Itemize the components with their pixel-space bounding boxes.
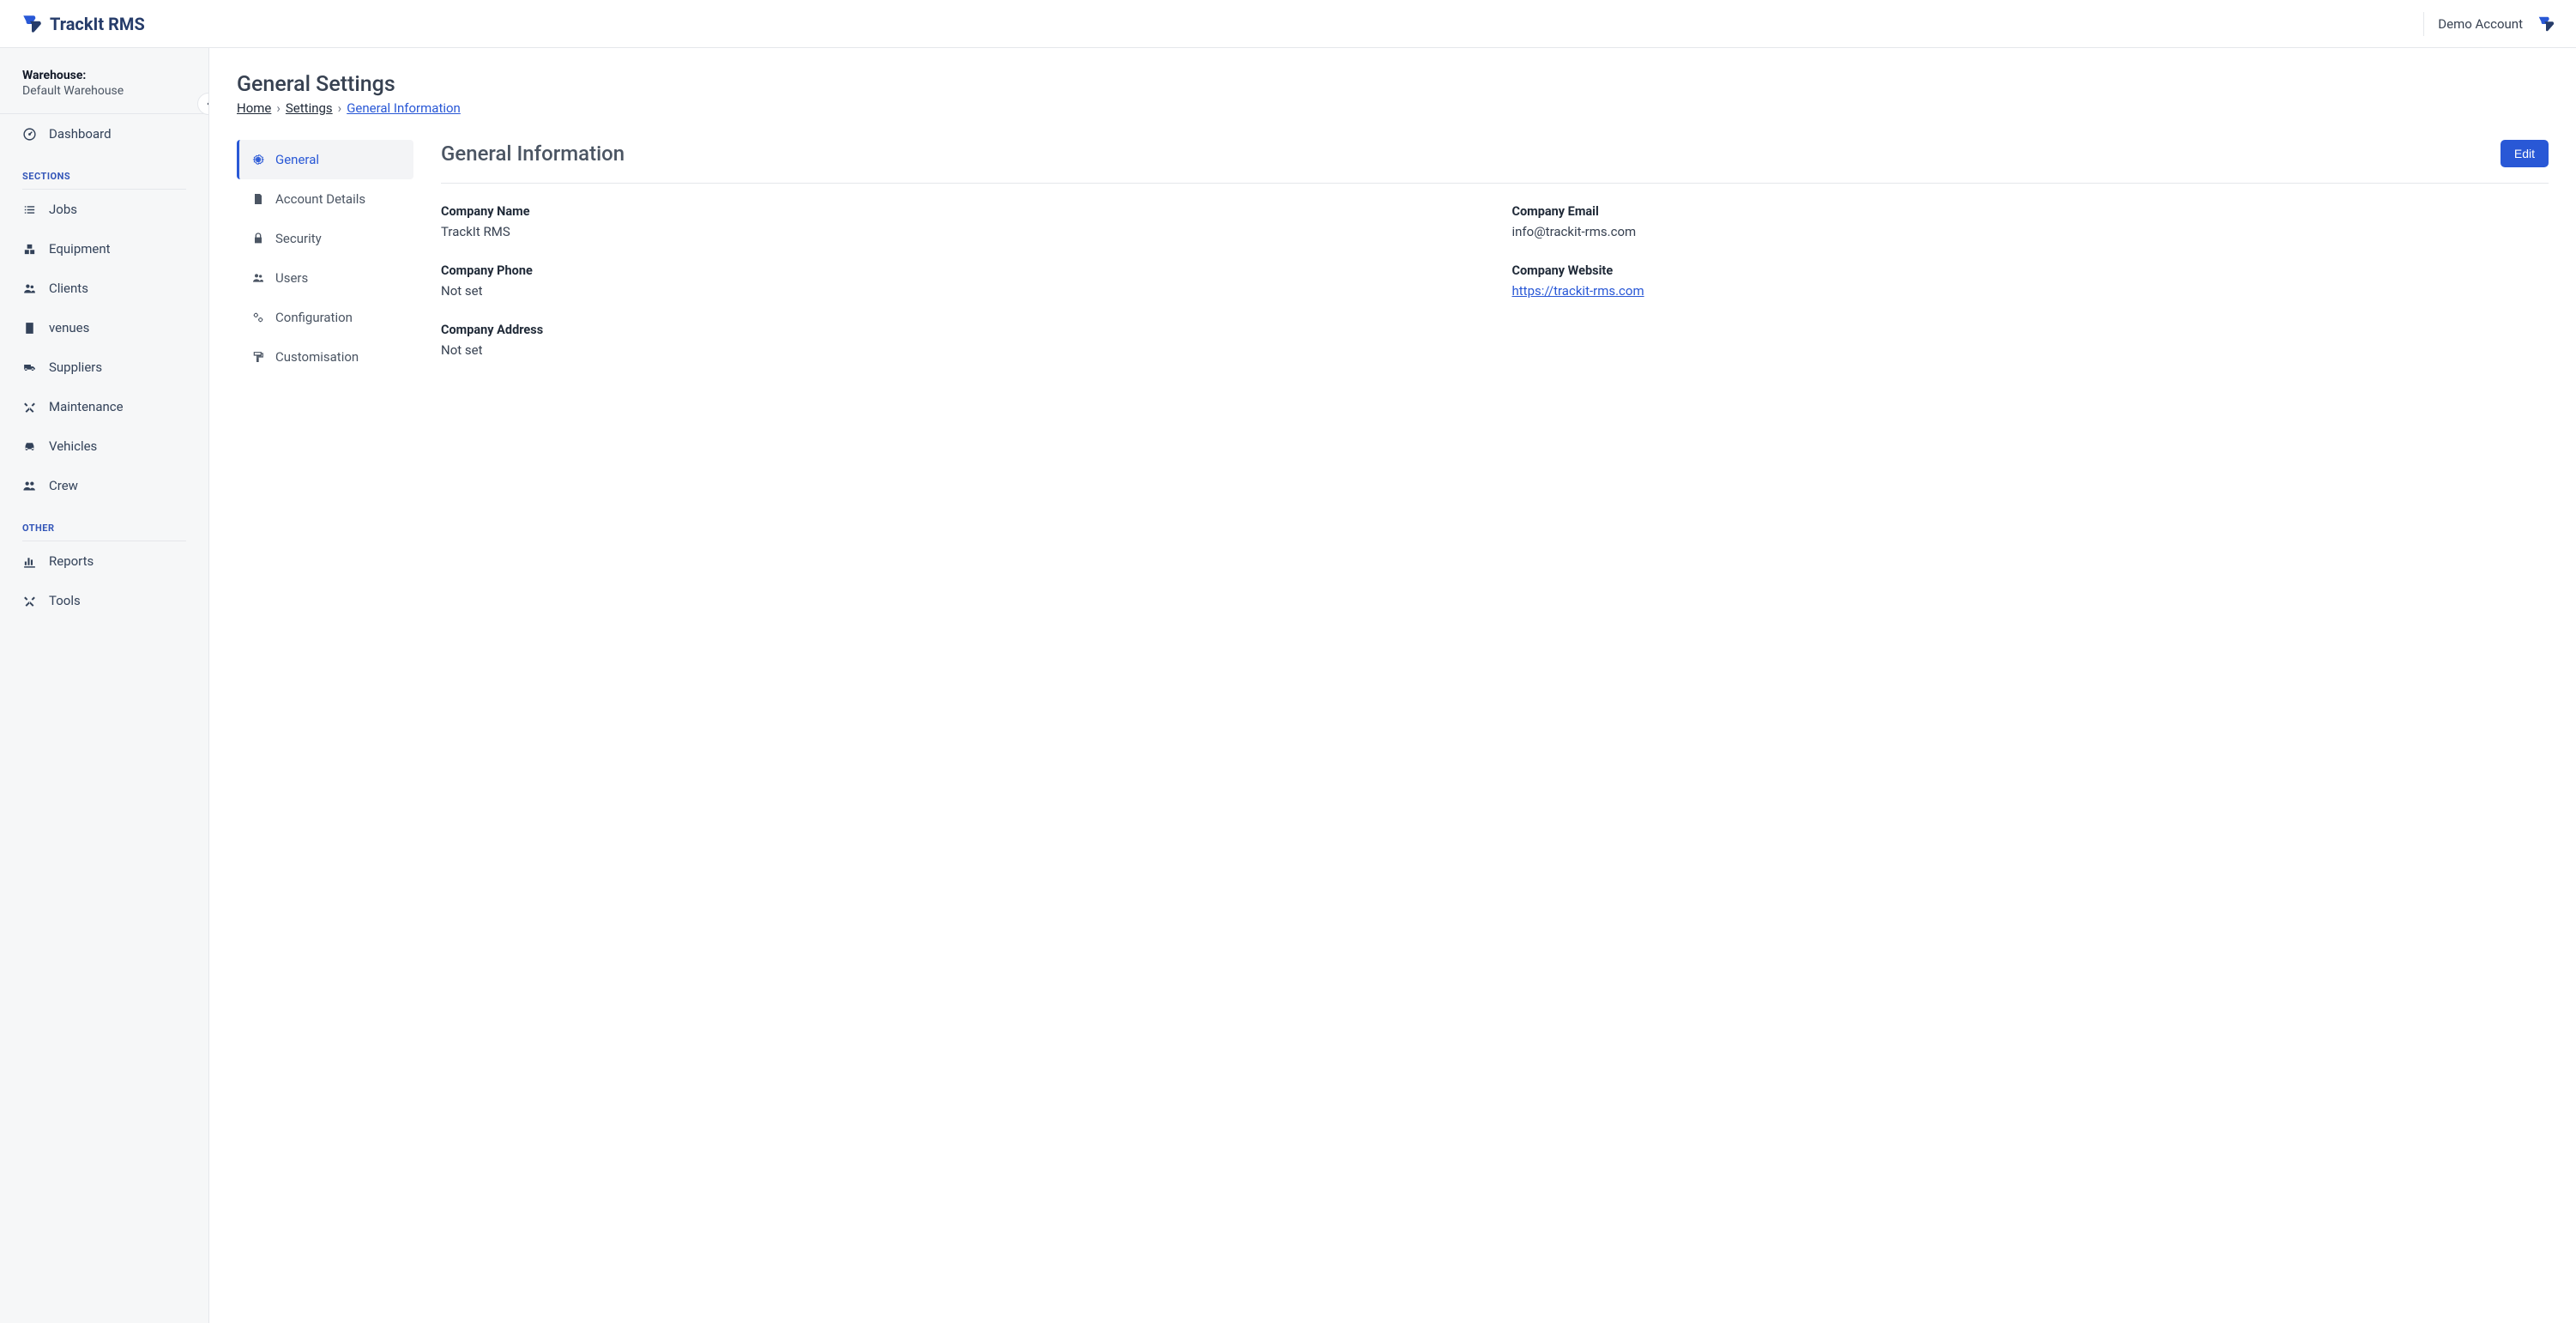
building-icon: [22, 321, 37, 335]
account-name[interactable]: Demo Account: [2438, 16, 2523, 32]
sidebar-item-label: Dashboard: [49, 126, 112, 142]
breadcrumb-separator: ›: [276, 100, 281, 116]
chart-icon: [22, 554, 37, 569]
subnav-label: General: [275, 152, 319, 167]
field-company-name: Company Name TrackIt RMS: [441, 204, 1478, 239]
subnav-label: Users: [275, 270, 308, 286]
cogs-icon: [251, 311, 265, 324]
field-company-phone: Company Phone Not set: [441, 263, 1478, 299]
brand-name: TrackIt RMS: [50, 14, 145, 34]
brand-icon: [21, 13, 43, 35]
general-information-panel: General Information Edit Company Name Tr…: [441, 140, 2549, 377]
subnav-item-account-details[interactable]: Account Details: [237, 179, 413, 219]
subnav-label: Security: [275, 231, 322, 246]
sidebar-item-label: Equipment: [49, 241, 111, 257]
field-label: Company Name: [441, 204, 1478, 219]
main-content: General Settings Home › Settings › Gener…: [209, 48, 2576, 1323]
subnav-item-general[interactable]: General: [237, 140, 413, 179]
subnav-label: Customisation: [275, 349, 359, 365]
sidebar-item-label: Reports: [49, 553, 94, 569]
field-label: Company Address: [441, 323, 2549, 337]
sections-heading: SECTIONS: [22, 154, 186, 190]
users-icon: [251, 271, 265, 285]
field-label: Company Phone: [441, 263, 1478, 278]
breadcrumb-settings[interactable]: Settings: [286, 100, 333, 116]
breadcrumb: Home › Settings › General Information: [237, 100, 2549, 116]
field-value: TrackIt RMS: [441, 224, 1478, 239]
account-area: Demo Account: [2423, 12, 2555, 36]
dashboard-icon: [22, 127, 37, 142]
sidebar-item-venues[interactable]: venues: [22, 308, 186, 347]
users-icon: [22, 281, 37, 296]
sidebar-item-suppliers[interactable]: Suppliers: [22, 347, 186, 387]
sidebar-item-label: Vehicles: [49, 438, 97, 454]
sidebar-item-label: Clients: [49, 281, 88, 296]
field-label: Company Email: [1512, 204, 2549, 219]
breadcrumb-separator: ›: [338, 100, 342, 116]
topbar: TrackIt RMS Demo Account: [0, 0, 2576, 48]
sidebar-item-jobs[interactable]: Jobs: [22, 190, 186, 229]
field-company-address: Company Address Not set: [441, 323, 2549, 358]
paint-roller-icon: [251, 350, 265, 364]
field-value: info@trackit-rms.com: [1512, 224, 2549, 239]
sidebar: Warehouse: Default Warehouse Dashboard S…: [0, 48, 209, 1323]
divider: [2423, 12, 2424, 36]
page-title: General Settings: [237, 72, 2549, 97]
field-value-link[interactable]: https://trackit-rms.com: [1512, 283, 2549, 299]
sidebar-item-reports[interactable]: Reports: [22, 541, 186, 581]
sidebar-item-crew[interactable]: Crew: [22, 466, 186, 505]
panel-title: General Information: [441, 142, 624, 166]
sidebar-item-tools[interactable]: Tools: [22, 581, 186, 620]
settings-subnav: General Account Details Security Users C…: [237, 140, 413, 377]
field-value: Not set: [441, 342, 2549, 358]
subnav-item-customisation[interactable]: Customisation: [237, 337, 413, 377]
lock-icon: [251, 232, 265, 245]
field-value: Not set: [441, 283, 1478, 299]
wrench-icon: [22, 594, 37, 608]
sidebar-item-label: Maintenance: [49, 399, 124, 414]
warehouse-selector[interactable]: Warehouse: Default Warehouse: [0, 69, 208, 114]
info-grid: Company Name TrackIt RMS Company Email i…: [441, 204, 2549, 358]
gear-icon: [251, 153, 265, 166]
sidebar-item-label: venues: [49, 320, 89, 335]
boxes-icon: [22, 242, 37, 257]
truck-icon: [22, 360, 37, 375]
edit-button[interactable]: Edit: [2501, 140, 2549, 167]
breadcrumb-current[interactable]: General Information: [347, 100, 461, 116]
crew-icon: [22, 479, 37, 493]
other-heading: OTHER: [22, 505, 186, 541]
subnav-label: Configuration: [275, 310, 353, 325]
list-icon: [22, 202, 37, 217]
sidebar-item-label: Jobs: [49, 202, 77, 217]
field-company-website: Company Website https://trackit-rms.com: [1512, 263, 2549, 299]
sidebar-item-label: Crew: [49, 478, 78, 493]
subnav-label: Account Details: [275, 191, 365, 207]
warehouse-name: Default Warehouse: [22, 84, 186, 98]
sidebar-item-dashboard[interactable]: Dashboard: [22, 114, 186, 154]
subnav-item-configuration[interactable]: Configuration: [237, 298, 413, 337]
car-icon: [22, 439, 37, 454]
brand-logo[interactable]: TrackIt RMS: [21, 13, 145, 35]
sidebar-item-vehicles[interactable]: Vehicles: [22, 426, 186, 466]
field-company-email: Company Email info@trackit-rms.com: [1512, 204, 2549, 239]
chevron-left-icon: [203, 99, 209, 109]
brand-small-icon[interactable]: [2537, 15, 2555, 33]
subnav-item-users[interactable]: Users: [237, 258, 413, 298]
document-icon: [251, 192, 265, 206]
sidebar-item-label: Tools: [49, 593, 81, 608]
sidebar-item-maintenance[interactable]: Maintenance: [22, 387, 186, 426]
subnav-item-security[interactable]: Security: [237, 219, 413, 258]
panel-header: General Information Edit: [441, 140, 2549, 184]
tools-icon: [22, 400, 37, 414]
sidebar-item-label: Suppliers: [49, 359, 102, 375]
warehouse-label: Warehouse:: [22, 69, 186, 82]
breadcrumb-home[interactable]: Home: [237, 100, 271, 116]
sidebar-item-equipment[interactable]: Equipment: [22, 229, 186, 269]
sidebar-item-clients[interactable]: Clients: [22, 269, 186, 308]
field-label: Company Website: [1512, 263, 2549, 278]
